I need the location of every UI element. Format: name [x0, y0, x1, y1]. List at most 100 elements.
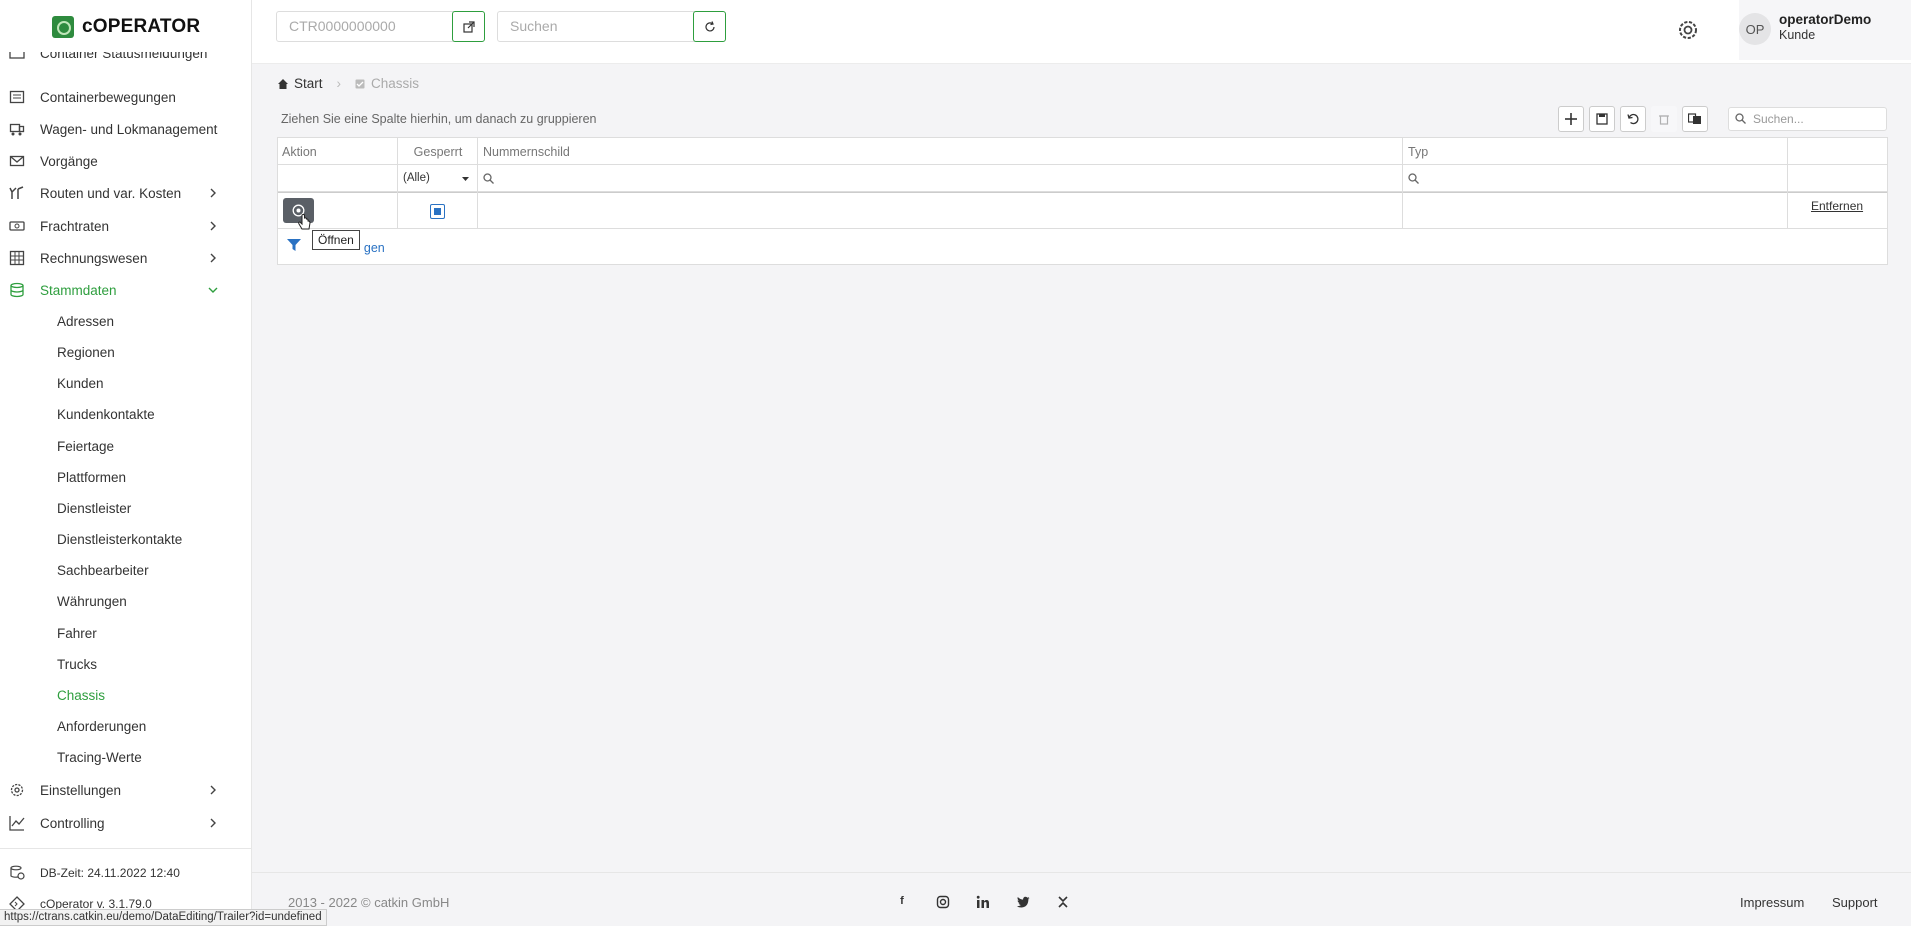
- support-link[interactable]: Support: [1832, 895, 1878, 910]
- user-role: Kunde: [1779, 28, 1816, 42]
- sidebar-item-rechnungswesen[interactable]: Rechnungswesen: [0, 244, 251, 272]
- external-link-icon: [462, 20, 475, 33]
- browser-status-url: https://ctrans.catkin.eu/demo/DataEditin…: [0, 909, 327, 926]
- remove-row-link[interactable]: Entfernen: [1811, 199, 1863, 213]
- sidebar-item-label: Vorgänge: [40, 153, 98, 169]
- sidebar-subitem-tracing-werte[interactable]: Tracing-Werte: [57, 750, 142, 765]
- sidebar-item-einstellungen[interactable]: Einstellungen: [0, 776, 251, 804]
- sidebar-subitem-kundenkontakte[interactable]: Kundenkontakte: [57, 407, 155, 422]
- save-button[interactable]: [1589, 106, 1615, 132]
- delete-button[interactable]: [1651, 106, 1677, 132]
- breadcrumb-separator: ›: [336, 76, 342, 91]
- hand-cursor-icon: [298, 214, 311, 230]
- sidebar-item-stammdaten[interactable]: Stammdaten: [0, 276, 251, 304]
- dropdown-caret-icon[interactable]: [462, 177, 469, 182]
- route-icon: [9, 185, 25, 201]
- filter-search-icon[interactable]: [1408, 173, 1419, 184]
- col-nummernschild: Nummernschild: [478, 138, 1403, 229]
- topbar: CTR0000000000 Suchen: [252, 0, 1911, 64]
- twitter-icon[interactable]: [1016, 895, 1030, 909]
- logo[interactable]: cOPERATOR: [52, 16, 200, 38]
- gesperrt-filter-select[interactable]: (Alle): [403, 172, 430, 184]
- trash-icon: [1659, 115, 1669, 125]
- refresh-button[interactable]: [693, 11, 726, 42]
- add-row-button[interactable]: [1558, 106, 1584, 132]
- sidebar-item-label: Einstellungen: [40, 782, 122, 798]
- mail-icon: [9, 153, 25, 169]
- chevron-right-icon: [210, 188, 216, 198]
- sidebar: cOPERATOR Container Statusmeldungen Cont…: [0, 0, 252, 926]
- column-header-typ[interactable]: Typ: [1408, 145, 1428, 159]
- sidebar-subitem-adressen[interactable]: Adressen: [57, 314, 114, 329]
- sidebar-subitem-waehrungen[interactable]: Währungen: [57, 594, 127, 609]
- sidebar-item-routen[interactable]: Routen und var. Kosten: [0, 179, 251, 207]
- sidebar-divider: [0, 848, 251, 849]
- open-container-button[interactable]: [452, 11, 485, 42]
- chart-icon: [9, 815, 25, 831]
- breadcrumb: Start › Chassis: [278, 76, 419, 91]
- sidebar-item-label: Wagen- und Lokmanagement: [40, 121, 218, 137]
- revert-button[interactable]: [1620, 106, 1646, 132]
- breadcrumb-home[interactable]: Start: [294, 76, 323, 91]
- sidebar-subitem-dienstleister[interactable]: Dienstleister: [57, 501, 131, 516]
- xing-icon[interactable]: [1056, 895, 1070, 909]
- sidebar-subitem-regionen[interactable]: Regionen: [57, 345, 115, 360]
- sidebar-item-controlling[interactable]: Controlling: [0, 809, 251, 837]
- sidebar-subitem-sachbearbeiter[interactable]: Sachbearbeiter: [57, 563, 149, 578]
- sidebar-subitem-plattformen[interactable]: Plattformen: [57, 470, 126, 485]
- chevron-right-icon: [210, 221, 216, 231]
- col-typ: Typ: [1403, 138, 1788, 229]
- export-button[interactable]: [1682, 106, 1708, 132]
- checkbox-icon: [355, 79, 365, 88]
- status-icon: [9, 52, 25, 59]
- sidebar-item-frachtraten[interactable]: Frachtraten: [0, 212, 251, 240]
- grid-icon: [9, 250, 25, 266]
- user-name: operatorDemo: [1779, 12, 1872, 27]
- facebook-icon[interactable]: f: [895, 895, 909, 909]
- search-icon: [1735, 113, 1746, 124]
- grid-search-input[interactable]: Suchen...: [1728, 107, 1887, 131]
- app-root: cOPERATOR Container Statusmeldungen Cont…: [0, 0, 1911, 926]
- sidebar-subitem-anforderungen[interactable]: Anforderungen: [57, 719, 146, 734]
- column-header-aktion[interactable]: Aktion: [282, 145, 317, 159]
- sidebar-item-label: Routen und var. Kosten: [40, 185, 182, 201]
- group-panel-hint[interactable]: Ziehen Sie eine Spalte hierhin, um danac…: [281, 112, 597, 126]
- refresh-icon: [704, 20, 715, 31]
- column-header-nummernschild[interactable]: Nummernschild: [483, 145, 570, 159]
- sidebar-subitem-feiertage[interactable]: Feiertage: [57, 439, 114, 454]
- database-icon: [9, 282, 25, 298]
- copyright: 2013 - 2022 © catkin GmbH: [288, 895, 450, 910]
- sidebar-item-label: Containerbewegungen: [40, 89, 176, 105]
- chevron-right-icon: [210, 818, 216, 828]
- logo-text: cOPERATOR: [82, 16, 201, 37]
- plus-icon: [1565, 113, 1577, 125]
- filter-icon[interactable]: [287, 238, 301, 252]
- sidebar-item-containerbewegungen[interactable]: Containerbewegungen: [0, 83, 251, 111]
- open-tooltip: Öffnen: [312, 230, 360, 250]
- filter-search-icon[interactable]: [483, 173, 494, 184]
- sidebar-item-label: Stammdaten: [40, 282, 117, 298]
- chevron-right-icon: [210, 785, 216, 795]
- sidebar-subitem-trucks[interactable]: Trucks: [57, 657, 97, 672]
- container-number-input[interactable]: CTR0000000000: [276, 11, 456, 42]
- wagon-icon: [9, 121, 25, 137]
- linkedin-icon[interactable]: [976, 895, 990, 909]
- calendar-icon: [9, 89, 25, 105]
- sidebar-subitem-kunden[interactable]: Kunden: [57, 376, 104, 391]
- sidebar-item-container-statusmeldungen[interactable]: Container Statusmeldungen: [0, 52, 251, 66]
- gesperrt-checkbox[interactable]: [430, 204, 445, 219]
- sidebar-item-vorgaenge[interactable]: Vorgänge: [0, 147, 251, 175]
- chevron-right-icon: [210, 253, 216, 263]
- column-header-gesperrt[interactable]: Gesperrt: [398, 145, 478, 159]
- sidebar-subitem-fahrer[interactable]: Fahrer: [57, 626, 97, 641]
- avatar[interactable]: OP: [1739, 13, 1771, 45]
- sidebar-item-wagen-lokmanagement[interactable]: Wagen- und Lokmanagement: [0, 115, 251, 143]
- breadcrumb-current: Chassis: [371, 76, 420, 91]
- impressum-link[interactable]: Impressum: [1740, 895, 1804, 910]
- logo-icon: [52, 16, 74, 38]
- sidebar-subitem-chassis[interactable]: Chassis: [57, 688, 105, 703]
- global-search-input[interactable]: Suchen: [497, 11, 697, 42]
- instagram-icon[interactable]: [936, 895, 950, 909]
- settings-gear-icon[interactable]: [1676, 18, 1700, 42]
- sidebar-subitem-dienstleisterkontakte[interactable]: Dienstleisterkontakte: [57, 532, 182, 547]
